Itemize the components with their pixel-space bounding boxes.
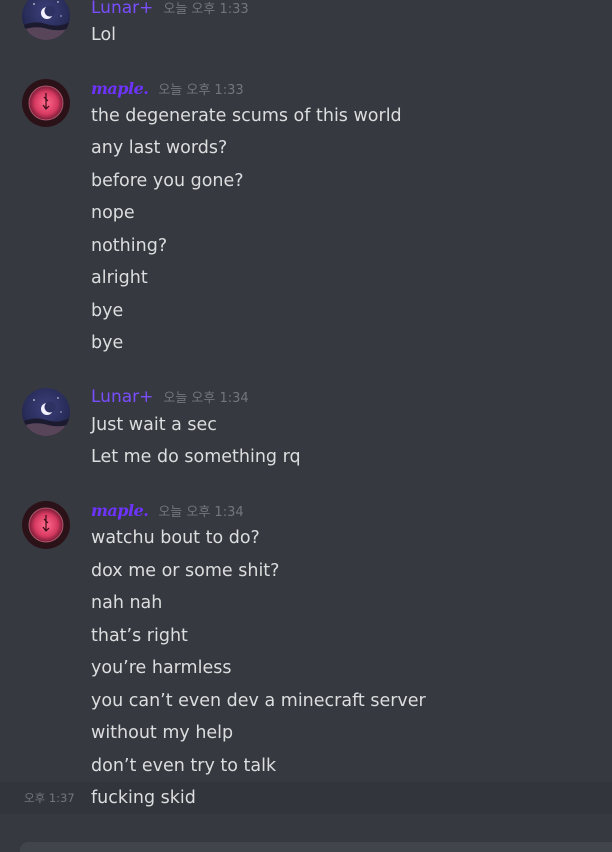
message-text: you can’t even dev a minecraft server [91, 691, 426, 711]
username[interactable]: Lunar+ [91, 0, 153, 19]
message-text: nothing? [91, 236, 168, 256]
message-text: watchu bout to do? [91, 528, 260, 548]
username[interactable]: Lunar+ [91, 386, 153, 408]
avatar[interactable] [22, 79, 70, 127]
pink-moon-avatar-icon [22, 501, 70, 549]
message-header: maple. 오늘 오후 1:34 [91, 500, 244, 522]
message-header: Lunar+ 오늘 오후 1:33 [91, 0, 249, 19]
pink-moon-avatar-icon [22, 79, 70, 127]
message-text: fucking skid [91, 788, 196, 808]
avatar[interactable] [22, 501, 70, 549]
chat-message-list[interactable]: Lunar+ 오늘 오후 1:33 Lol maple. 오늘 오후 1:33 … [0, 0, 612, 852]
message-timestamp: 오늘 오후 1:33 [158, 83, 244, 98]
message-timestamp: 오늘 오후 1:34 [158, 505, 244, 520]
message-text: bye [91, 333, 124, 353]
message-text: Just wait a sec [91, 415, 217, 435]
moon-avatar-icon [22, 0, 70, 40]
message-text: without my help [91, 723, 234, 743]
message-text: that’s right [91, 626, 188, 646]
message-text: Let me do something rq [91, 447, 301, 467]
message-timestamp: 오늘 오후 1:33 [163, 2, 249, 17]
avatar[interactable] [22, 388, 70, 436]
message-text: dox me or some shit? [91, 561, 280, 581]
message-text: before you gone? [91, 171, 244, 191]
message-input-box[interactable] [20, 842, 612, 852]
message-text: you’re harmless [91, 658, 232, 678]
message-text: the degenerate scums of this world [91, 106, 402, 126]
username[interactable]: maple. [91, 78, 149, 100]
message-header: Lunar+ 오늘 오후 1:34 [91, 386, 249, 408]
message-text: bye [91, 301, 124, 321]
message-text: alright [91, 268, 148, 288]
message-text: Lol [91, 25, 117, 45]
username[interactable]: maple. [91, 500, 149, 522]
message-text: nah nah [91, 593, 163, 613]
message-timestamp: 오늘 오후 1:34 [163, 391, 249, 406]
hover-timestamp: 오후 1:37 [24, 791, 75, 805]
avatar[interactable] [22, 0, 70, 40]
moon-avatar-icon [22, 388, 70, 436]
message-text: any last words? [91, 138, 228, 158]
message-text: don’t even try to talk [91, 756, 277, 776]
message-header: maple. 오늘 오후 1:33 [91, 78, 244, 100]
message-text: nope [91, 203, 135, 223]
